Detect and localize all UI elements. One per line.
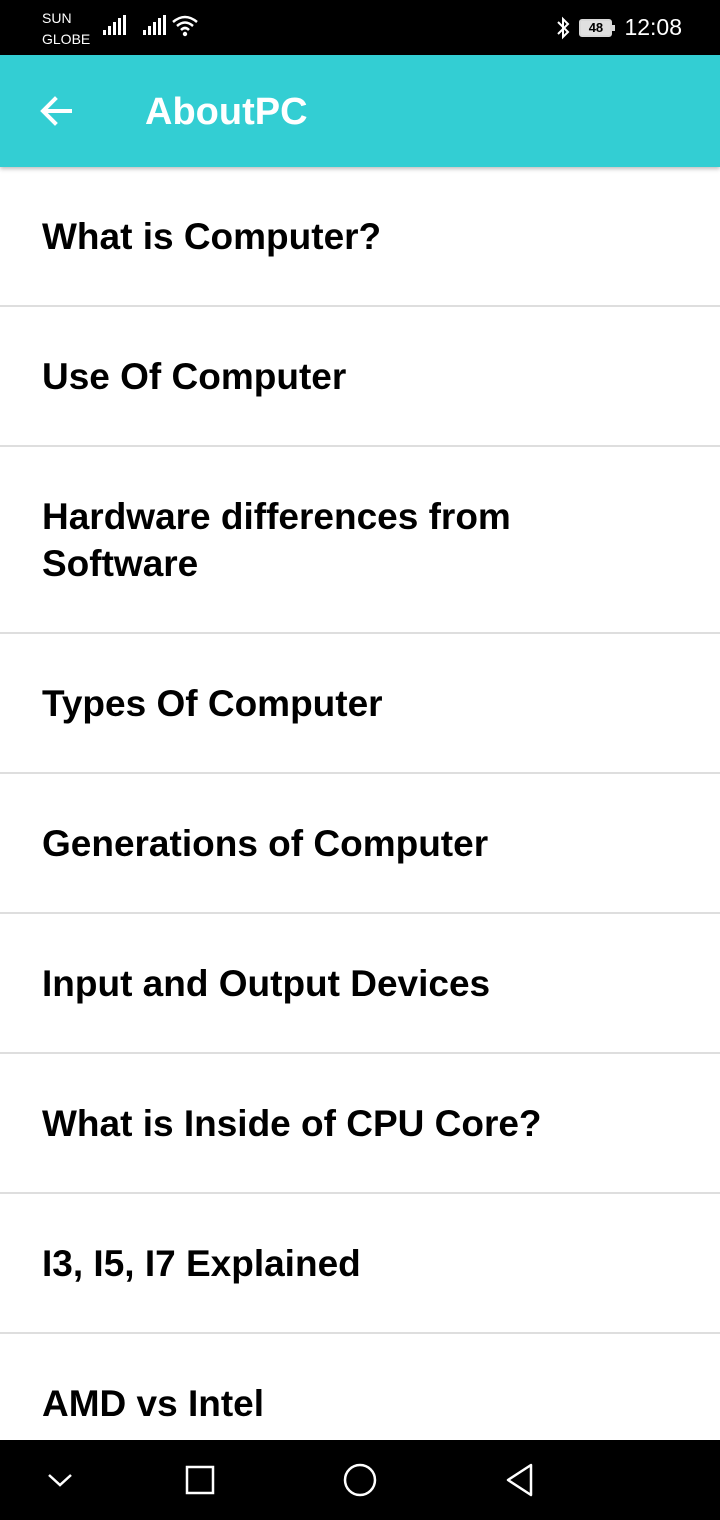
- list-item[interactable]: AMD vs Intel: [0, 1334, 720, 1440]
- list-item-label: I3, I5, I7 Explained: [42, 1242, 361, 1284]
- wifi-icon: [172, 15, 198, 37]
- list-item-label: Input and Output Devices: [42, 962, 491, 1004]
- page-title: AboutPC: [145, 91, 308, 133]
- list-item-label: What is Inside of CPU Core?: [42, 1102, 542, 1144]
- list-item-label: Use Of Computer: [42, 355, 347, 397]
- circle-home-icon: [343, 1463, 377, 1497]
- signal-2-icon: [143, 15, 166, 35]
- battery-icon: 48: [579, 18, 616, 37]
- arrow-left-icon: [40, 96, 72, 126]
- status-bar: SUN GLOBE 48 12:08: [0, 0, 720, 55]
- triangle-back-icon: [506, 1463, 533, 1497]
- status-time: 12:08: [624, 14, 682, 40]
- list-item-label: What is Computer?: [42, 215, 382, 257]
- list-item-label: AMD vs Intel: [42, 1382, 265, 1424]
- list-item-label: Hardware differences from Software: [42, 495, 511, 584]
- recents-button[interactable]: [170, 1450, 230, 1510]
- list-item[interactable]: Input and Output Devices: [0, 914, 720, 1054]
- status-right-group: 48 12:08: [555, 0, 682, 55]
- list-item[interactable]: Hardware differences from Software: [0, 447, 720, 634]
- chevron-down-icon: [48, 1474, 72, 1487]
- list-item[interactable]: I3, I5, I7 Explained: [0, 1194, 720, 1334]
- back-button[interactable]: [36, 91, 76, 131]
- square-recents-icon: [185, 1465, 215, 1495]
- app-bar: AboutPC: [0, 55, 720, 167]
- list-item[interactable]: Use Of Computer: [0, 307, 720, 447]
- list-item[interactable]: Types Of Computer: [0, 634, 720, 774]
- hide-nav-button[interactable]: [30, 1450, 90, 1510]
- battery-level: 48: [588, 20, 604, 35]
- home-button[interactable]: [330, 1450, 390, 1510]
- list-item-label: Generations of Computer: [42, 822, 489, 864]
- bluetooth-icon: [557, 16, 570, 39]
- list-item[interactable]: What is Computer?: [0, 167, 720, 307]
- carrier-line2: GLOBE: [42, 31, 91, 47]
- list-item[interactable]: What is Inside of CPU Core?: [0, 1054, 720, 1194]
- system-nav-bar: [0, 1440, 720, 1520]
- carrier-line1: SUN: [42, 10, 72, 26]
- carrier-info: SUN GLOBE: [42, 8, 90, 50]
- nav-back-button[interactable]: [490, 1450, 550, 1510]
- topic-list[interactable]: What is Computer? Use Of Computer Hardwa…: [0, 167, 720, 1440]
- list-item-label: Types Of Computer: [42, 682, 383, 724]
- list-item[interactable]: Generations of Computer: [0, 774, 720, 914]
- signal-1-icon: [103, 15, 126, 35]
